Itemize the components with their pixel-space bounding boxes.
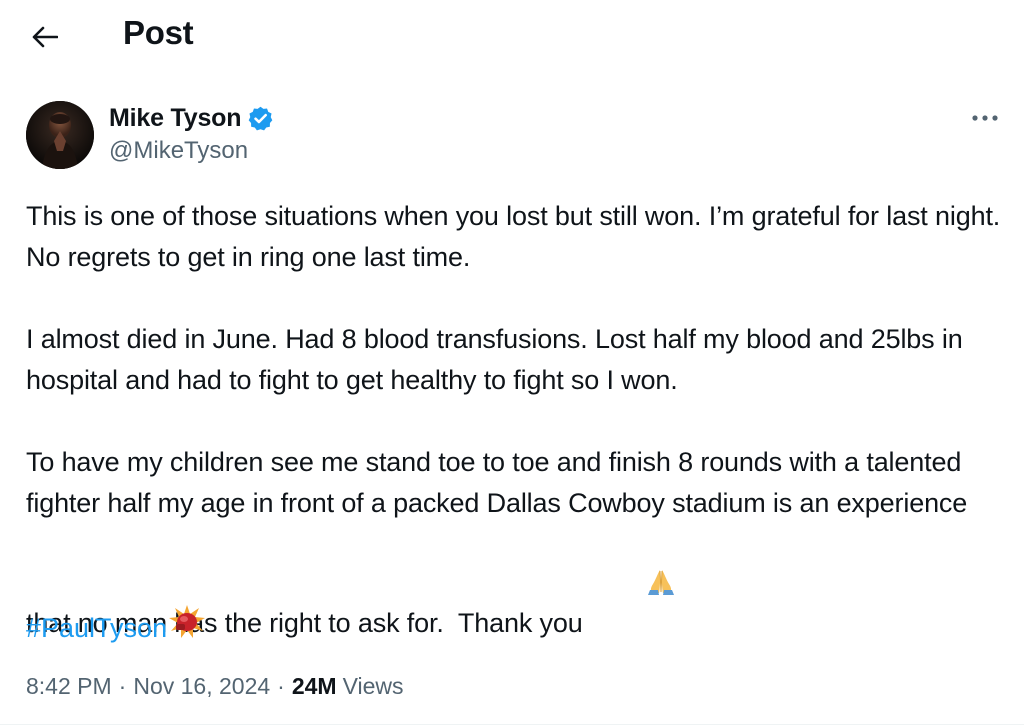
more-horizontal-icon (972, 115, 998, 121)
post-paragraph: I almost died in June. Had 8 blood trans… (26, 324, 970, 395)
boxing-glove-emoji (167, 604, 207, 652)
more-options-button[interactable] (968, 104, 1002, 132)
page-title: Post (123, 14, 194, 51)
author-name-row: Mike Tyson (109, 101, 274, 135)
hashtag-row: #PaulTyson (26, 604, 207, 652)
views-count: 24M (291, 673, 337, 699)
post-text: This is one of those situations when you… (26, 196, 1011, 650)
author-name[interactable]: Mike Tyson (109, 104, 241, 133)
avatar[interactable] (26, 101, 94, 169)
post-date[interactable]: Nov 16, 2024 (133, 673, 270, 700)
meta-separator: · (277, 673, 285, 699)
post-header: Post (0, 0, 1024, 72)
profile-photo (26, 101, 94, 169)
author-handle[interactable]: @MikeTyson (109, 137, 248, 165)
post-meta: 8:42 PM · Nov 16, 2024 · 24M Views (26, 673, 404, 700)
arrow-left-icon (32, 26, 58, 48)
folded-hands-emoji (587, 524, 678, 650)
verified-badge-icon (247, 105, 274, 132)
hashtag-link[interactable]: #PaulTyson (26, 608, 167, 649)
post-detail-page: Post Mike Tyson @MikeTyson This is one o… (0, 0, 1024, 727)
views-label: Views (342, 673, 404, 699)
divider (0, 724, 1024, 725)
post-time[interactable]: 8:42 PM (26, 673, 112, 700)
back-button[interactable] (28, 20, 62, 54)
post-paragraph: This is one of those situations when you… (26, 201, 1015, 272)
meta-separator: · (118, 673, 127, 699)
